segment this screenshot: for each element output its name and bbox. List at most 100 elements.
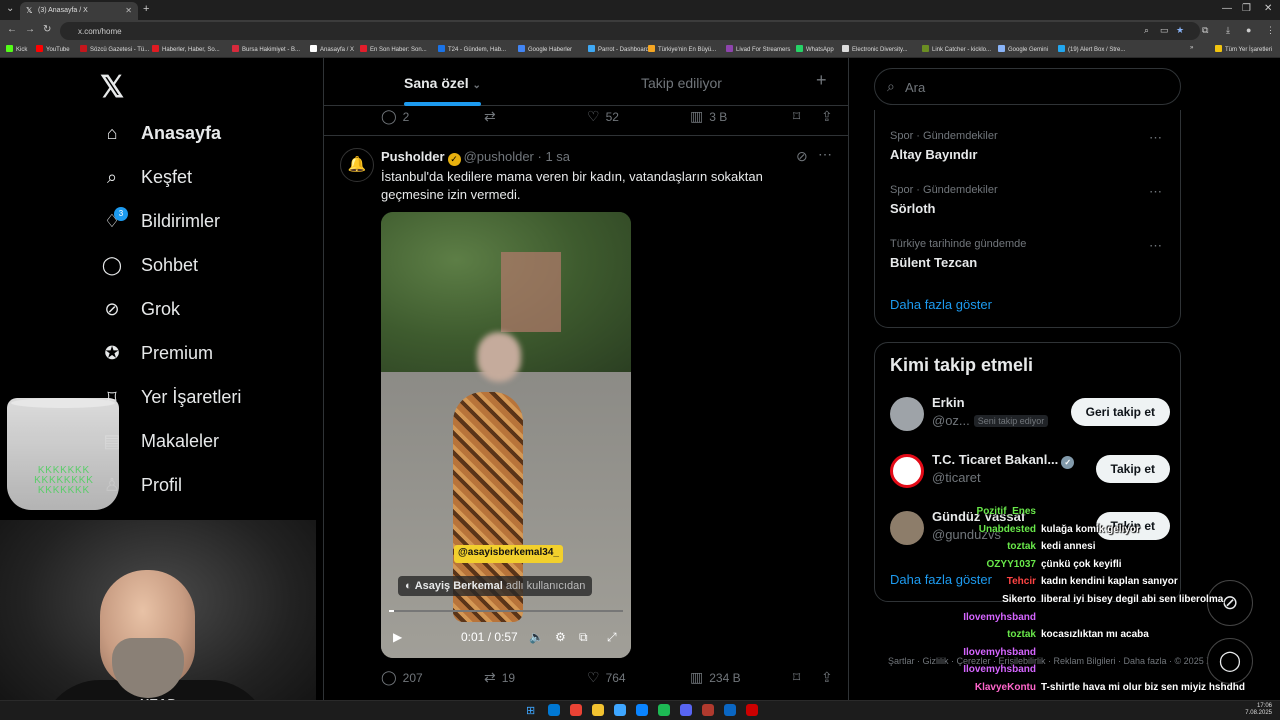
follow-suggestion[interactable]: T.C. Ticaret Bakanl... ✓ @ticaret Takip e… [890,452,1170,492]
bookmark-item[interactable]: Tüm Yer İşaretleri [1215,45,1272,53]
settings-icon[interactable]: ⚙ [555,630,566,644]
tab-for-you[interactable]: Sana özel ⌄ [404,75,481,91]
post-reply-button[interactable]: ◯ 207 [381,669,423,686]
repost-button[interactable]: ⇄ [484,108,502,125]
chat-username[interactable]: toztak [940,541,1036,552]
x-logo-icon[interactable]: 𝕏 [100,70,124,105]
chat-username[interactable]: Ilovemyhsband [940,647,1036,658]
follow-suggestion[interactable]: Erkin @oz... Seni takip ediyor Geri takip… [890,395,1170,435]
new-tab-icon[interactable]: + [143,3,149,15]
bookmarks-overflow-icon[interactable]: » [1190,45,1193,51]
chat-username[interactable]: KlavyeKontu [940,682,1036,693]
taskbar-app-icon[interactable] [702,704,714,716]
trend-item[interactable]: Spor · Gündemdekiler Altay Bayındır ⋯ [890,130,1170,162]
chat-username[interactable]: Ilovemyhsband [940,612,1036,623]
grok-post-icon[interactable]: ⊘ [796,148,808,165]
avatar[interactable] [890,454,924,488]
taskbar-app-icon[interactable] [746,704,758,716]
bookmark-item[interactable]: (19) Alert Box / Stre... [1058,45,1125,53]
menu-icon[interactable]: ⋮ [1266,25,1275,36]
trend-item[interactable]: Türkiye tarihinde gündemde Bülent Tezcan… [890,238,1170,270]
post-share-button[interactable]: ⇪ [821,669,839,686]
follow-back-button[interactable]: Geri takip et [1070,398,1170,426]
taskbar-app-icon[interactable] [680,704,692,716]
bookmark-item[interactable]: Anasayfa / X [310,45,354,53]
more-options-icon[interactable]: ⋯ [1149,130,1162,146]
bookmark-item[interactable]: Türkiye'nin En Büyü... [648,45,716,53]
post-repost-button[interactable]: ⇄ 19 [484,669,515,686]
pip-icon[interactable]: ⧉ [579,630,588,645]
bookmark-item[interactable]: Sözcü Gazetesi - Tü... [80,45,149,53]
bookmark-item[interactable]: Kick [6,45,27,53]
maximize-icon[interactable]: ❐ [1242,3,1251,14]
extensions-icon[interactable]: ⧉ [1202,25,1208,36]
add-tab-icon[interactable]: + [816,70,827,91]
tab-following[interactable]: Takip ediliyor [641,75,722,91]
sidebar-item-chat[interactable]: ◯ Sohbet [100,250,198,280]
post-like-button[interactable]: ♡ 764 [587,669,626,686]
system-clock[interactable]: 17:06 7.08.2025 [1245,703,1272,717]
sidebar-item-search[interactable]: ⌕ Keşfet [100,162,192,192]
bookmark-item[interactable]: YouTube [36,45,70,53]
bookmark-item[interactable]: Electronic Diversity... [842,45,908,53]
bookmark-item[interactable]: T24 - Gündem, Hab... [438,45,506,53]
zoom-icon[interactable]: ⌕ [1144,25,1149,36]
bookmark-button[interactable]: ⌑ [793,108,806,125]
share-button[interactable]: ⇪ [821,108,839,125]
download-icon[interactable]: ⤓ [1226,25,1230,36]
back-icon[interactable]: ← [7,24,17,35]
trends-show-more-link[interactable]: Daha fazla göster [890,297,992,312]
taskbar-app-icon[interactable] [614,704,626,716]
views-button[interactable]: ▥ 3 B [690,108,727,125]
minimize-icon[interactable]: — [1222,3,1232,14]
sidebar-item-home[interactable]: ⌂ Anasayfa [100,118,221,148]
search-input[interactable]: ⌕ Ara [874,68,1181,105]
pusholder-avatar[interactable]: 🔔 [340,148,374,182]
chat-username[interactable]: Tehcir [940,576,1036,587]
fullscreen-icon[interactable]: ⤢ [607,630,617,645]
tab-list-icon[interactable]: ⌄ [6,3,14,14]
avatar[interactable] [890,511,924,545]
taskbar-app-icon[interactable] [592,704,604,716]
bookmark-item[interactable]: En Son Haber: Son... [360,45,427,53]
more-options-icon[interactable]: ⋯ [1149,238,1162,254]
chat-username[interactable]: Unabdested [940,524,1036,535]
taskbar-app-icon[interactable] [570,704,582,716]
address-bar[interactable]: x.com/home [60,22,1200,40]
author-name[interactable]: Pusholder [381,149,445,164]
volume-icon[interactable]: 🔈 [529,630,544,644]
bookmark-item[interactable]: Google Haberler [518,45,572,53]
close-window-icon[interactable]: ✕ [1264,3,1272,14]
bookmark-item[interactable]: Link Catcher - kicklo... [922,45,991,53]
video-credit[interactable]: ◐ Asayiş Berkemal adlı kullanıcıdan [398,576,593,596]
sidebar-item-premium[interactable]: ✪ Premium [100,338,213,368]
star-icon[interactable]: ★ [1176,25,1184,36]
profile-icon[interactable]: ● [1246,25,1251,35]
more-options-icon[interactable]: ⋯ [1149,184,1162,200]
video-progress-bar[interactable] [389,610,623,612]
chat-username[interactable]: Pozitif_Enes [940,506,1036,517]
chat-username[interactable]: OZYY1037 [940,559,1036,570]
play-icon[interactable]: ▶ [393,630,402,644]
taskbar-app-icon[interactable] [724,704,736,716]
taskbar-app-icon[interactable] [548,704,560,716]
post-bookmark-button[interactable]: ⌑ [793,669,806,686]
chat-username[interactable]: toztak [940,629,1036,640]
post-video[interactable]: @asayisberkemal34_ ◐ Asayiş Berkemal adl… [381,212,631,658]
forward-icon[interactable]: → [25,24,35,35]
bookmark-item[interactable]: Haberler, Haber, So... [152,45,220,53]
avatar[interactable] [890,397,924,431]
chat-username[interactable]: Ilovemyhsband [940,664,1036,675]
sidebar-item-bell[interactable]: ♢ 3 Bildirimler [100,206,220,236]
like-button[interactable]: ♡ 52 [587,108,619,125]
reply-button[interactable]: ◯ 2 [381,108,409,125]
post-views-button[interactable]: ▥ 234 B [690,669,741,686]
chat-username[interactable]: Sikerto [940,594,1036,605]
browser-tab[interactable]: 𝕏 (3) Anasayfa / X ✕ [20,2,138,20]
author-handle[interactable]: @pusholder [464,149,534,164]
taskbar-app-icon[interactable] [636,704,648,716]
follow-button[interactable]: Takip et [1095,455,1170,483]
trend-item[interactable]: Spor · Gündemdekiler Sörloth ⋯ [890,184,1170,216]
sidebar-item-grok[interactable]: ⊘ Grok [100,294,180,324]
sidebar-item-bookmark[interactable]: ⌑ Yer İşaretleri [100,382,241,412]
